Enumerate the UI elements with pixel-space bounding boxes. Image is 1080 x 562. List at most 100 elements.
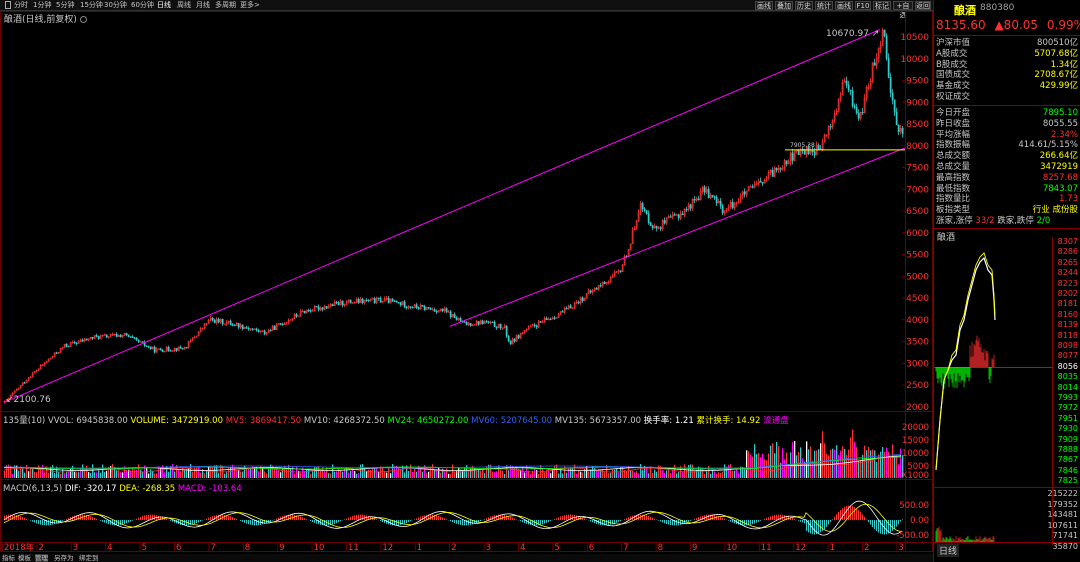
volume-bar [136, 469, 138, 478]
x-tick-label: 3 [73, 543, 78, 553]
quote-panel: 酿酒 880380 8135.60 ▲80.05 0.99% 沪深市值80051… [933, 0, 1080, 562]
candle-body [663, 220, 666, 224]
volume-bar [552, 470, 554, 478]
volume-bar [316, 466, 318, 478]
volume-bar [728, 464, 730, 478]
volume-bar [250, 468, 252, 478]
macd-label[interactable]: MACD(6,13,5) [3, 484, 62, 494]
volume-bar [88, 472, 90, 478]
volume-tick-label: X1000 [902, 471, 929, 481]
candle-body [245, 327, 248, 329]
candle-body [317, 306, 320, 311]
tab-template[interactable]: 模板 [18, 554, 31, 562]
candle-body [711, 195, 714, 197]
kline-chart[interactable]: 1050010000950090008500800075007000650060… [0, 0, 933, 562]
volume-bar [702, 467, 704, 478]
tab-save-as[interactable]: 另存为 [54, 554, 74, 562]
volume-bar [154, 473, 156, 478]
candle-body [603, 281, 606, 285]
volume-bar [372, 467, 374, 478]
candle-body [127, 334, 130, 337]
volume-bar [626, 471, 628, 478]
candle-body [761, 182, 764, 184]
y-tick-label: 8500 [906, 120, 929, 130]
candle-body [379, 298, 382, 303]
volume-bar [570, 467, 572, 478]
lower-trend-line[interactable] [449, 147, 906, 327]
candle-body [147, 346, 150, 348]
volume-bar [28, 471, 30, 478]
volume-bar [210, 466, 212, 478]
volume-bar [366, 470, 368, 478]
candle-body [115, 333, 118, 337]
volume-bar [320, 471, 322, 478]
candle-body [341, 300, 344, 306]
volume-bar [58, 471, 60, 478]
volume-bar [278, 470, 280, 478]
volume-bar [710, 473, 712, 478]
volume-bar [782, 448, 784, 478]
y-tick-label: 10500 [900, 33, 929, 43]
volume-bar [800, 447, 802, 478]
upper-trend-line[interactable] [3, 29, 881, 403]
candle-body [507, 335, 510, 342]
volume-bar [12, 473, 14, 478]
volume-bar [328, 473, 330, 478]
candle-body [703, 186, 706, 193]
volume-bar [22, 468, 24, 478]
volume-bar [212, 467, 214, 478]
volume-label[interactable]: 135量(10) [3, 416, 45, 426]
volume-bar [190, 464, 192, 478]
volume-bar [854, 441, 856, 478]
candle-body [241, 324, 244, 330]
candle-body [315, 306, 318, 308]
volume-bar [266, 473, 268, 478]
x-tick-label: 8 [658, 543, 663, 553]
volume-bar [30, 467, 32, 478]
volume-bar [572, 467, 574, 478]
tab-bind[interactable]: 绑定到 [79, 554, 99, 562]
volume-bar [450, 473, 452, 478]
candle-body [491, 321, 494, 324]
candle-body [149, 346, 152, 350]
volume-bar [370, 469, 372, 478]
x-tick-label: 3 [486, 543, 491, 553]
volume-bar [98, 470, 100, 478]
intraday-chart[interactable] [934, 0, 1080, 562]
candle-body [75, 342, 78, 345]
volume-bar [802, 458, 804, 478]
candle-body [367, 299, 370, 302]
volume-bar [42, 464, 44, 478]
volume-bar [286, 469, 288, 478]
candle-body [891, 92, 894, 100]
volume-bar [898, 464, 900, 478]
volume-bar [452, 464, 454, 478]
volume-tick-label: 15000 [902, 436, 929, 446]
low-label: ↙2100.76 [6, 395, 51, 405]
candle-body [713, 196, 716, 198]
candle-body [721, 205, 724, 214]
candle-body [423, 306, 426, 310]
volume-bar [334, 471, 336, 478]
candle-body [153, 346, 156, 353]
candle-body [159, 348, 162, 351]
volume-bar [204, 473, 206, 478]
volume-bar [358, 473, 360, 478]
candle-body [185, 347, 188, 349]
candle-body [655, 225, 658, 229]
candle-body [303, 310, 306, 314]
volume-bar [122, 472, 124, 478]
volume-bar [558, 473, 560, 478]
volume-bar [788, 464, 790, 478]
volume-bar [852, 429, 854, 478]
volume-bar [332, 464, 334, 478]
bottom-period-tab[interactable]: 日线 [937, 544, 960, 557]
tab-manage[interactable]: 管理 [35, 554, 48, 562]
x-tick-label: 2 [864, 543, 869, 553]
volume-bar [610, 472, 612, 478]
volume-bar [496, 471, 498, 478]
candle-body [397, 302, 400, 304]
volume-bar [582, 472, 584, 478]
candle-body [373, 298, 376, 304]
tab-indicator[interactable]: 指标 [2, 554, 15, 562]
